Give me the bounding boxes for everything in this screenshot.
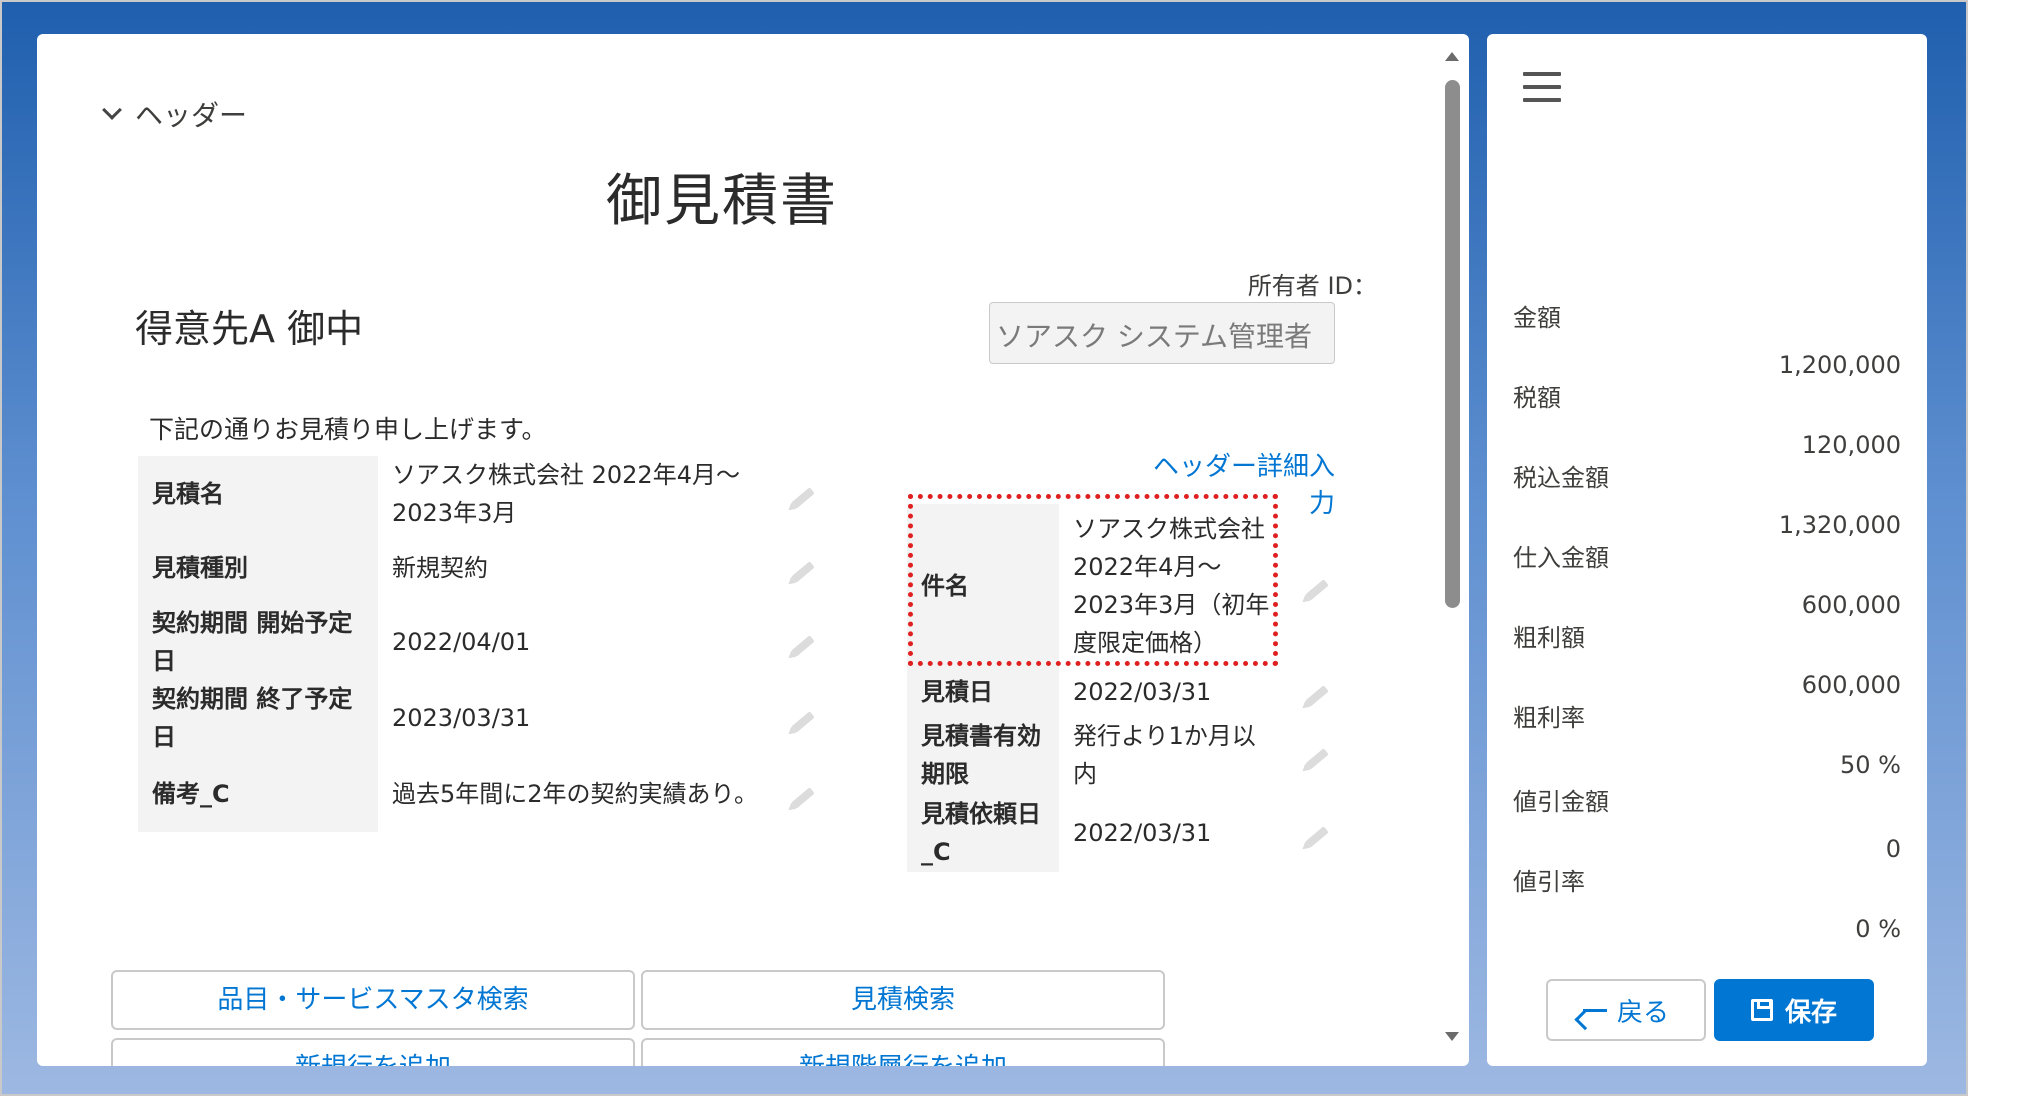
field-value: 2022/03/31 bbox=[1073, 819, 1212, 847]
intro-text: 下記の通りお見積り申し上げます。 bbox=[149, 415, 547, 444]
field-label: 契約期間 終了予定日 bbox=[138, 680, 378, 756]
quote-info-table: 見積名 ソアスク株式会社 2022年4月～2023年3月 見積種別 新規契約 契… bbox=[138, 456, 833, 832]
save-icon bbox=[1750, 999, 1773, 1021]
save-label: 保存 bbox=[1784, 997, 1837, 1028]
summary-discount-rate: 値引率 0 % bbox=[1513, 862, 1901, 943]
edit-expiry-button[interactable] bbox=[1287, 716, 1347, 794]
metric-label: 金額 bbox=[1513, 304, 1561, 332]
vertical-scrollbar[interactable] bbox=[1435, 34, 1469, 1066]
metric-label: 税込金額 bbox=[1513, 464, 1609, 492]
field-value: 2022/04/01 bbox=[392, 628, 531, 656]
summary-margin-rate: 粗利率 50 % bbox=[1513, 698, 1901, 779]
scroll-down-icon[interactable] bbox=[1445, 1032, 1459, 1041]
save-button[interactable]: 保存 bbox=[1714, 979, 1874, 1041]
metric-label: 値引金額 bbox=[1513, 788, 1609, 816]
edit-subject-button[interactable] bbox=[1287, 504, 1347, 668]
edit-remarks-button[interactable] bbox=[773, 756, 833, 832]
table-row: 見積種別 新規契約 bbox=[138, 532, 833, 604]
metric-value: 1,200,000 bbox=[1778, 351, 1901, 379]
header-section-toggle[interactable]: ヘッダー bbox=[99, 94, 247, 134]
edit-quote-type-button[interactable] bbox=[773, 532, 833, 604]
chevron-down-icon bbox=[102, 100, 122, 120]
table-row: 契約期間 終了予定日 2023/03/31 bbox=[138, 680, 833, 756]
summary-discount-amount: 値引金額 0 bbox=[1513, 782, 1901, 863]
edit-quote-name-button[interactable] bbox=[773, 456, 833, 532]
edit-quote-date-button[interactable] bbox=[1287, 668, 1347, 716]
metric-label: 税額 bbox=[1513, 384, 1561, 412]
field-label: 見積名 bbox=[138, 456, 378, 532]
metric-label: 粗利率 bbox=[1513, 704, 1585, 732]
field-label: 契約期間 開始予定日 bbox=[138, 604, 378, 680]
table-row: 契約期間 開始予定日 2022/04/01 bbox=[138, 604, 833, 680]
pencil-icon bbox=[791, 635, 815, 657]
summary-cost: 仕入金額 600,000 bbox=[1513, 538, 1901, 619]
field-value: ソアスク株式会社 2022年4月～2023年3月 bbox=[392, 461, 740, 527]
metric-value: 600,000 bbox=[1801, 591, 1901, 619]
pencil-icon bbox=[791, 787, 815, 809]
table-row: 見積日 2022/03/31 bbox=[907, 668, 1347, 716]
table-row: 備考_C 過去5年間に2年の契約実績あり。 bbox=[138, 756, 833, 832]
customer-name: 得意先A 御中 bbox=[135, 307, 364, 351]
field-value: 2023/03/31 bbox=[392, 704, 531, 732]
metric-value: 600,000 bbox=[1801, 671, 1901, 699]
metric-label: 粗利額 bbox=[1513, 624, 1585, 652]
summary-total-with-tax: 税込金額 1,320,000 bbox=[1513, 458, 1901, 539]
product-search-button[interactable]: 品目・サービスマスタ検索 bbox=[111, 970, 635, 1030]
add-row-button[interactable]: 新規行を追加 bbox=[111, 1038, 635, 1066]
pencil-icon bbox=[791, 487, 815, 509]
back-button[interactable]: 戻る bbox=[1546, 979, 1706, 1041]
document-title: 御見積書 bbox=[606, 169, 838, 234]
pencil-icon bbox=[1305, 748, 1329, 770]
metric-value: 0 bbox=[1885, 835, 1901, 863]
edit-start-date-button[interactable] bbox=[773, 604, 833, 680]
owner-id-field: ソアスク システム管理者 bbox=[989, 302, 1335, 364]
metric-value: 120,000 bbox=[1801, 431, 1901, 459]
hamburger-menu-icon[interactable] bbox=[1523, 72, 1561, 104]
table-row: 見積名 ソアスク株式会社 2022年4月～2023年3月 bbox=[138, 456, 833, 532]
pencil-icon bbox=[791, 561, 815, 583]
field-value: 過去5年間に2年の契約実績あり。 bbox=[392, 780, 759, 808]
edit-end-date-button[interactable] bbox=[773, 680, 833, 756]
summary-gross-profit: 粗利額 600,000 bbox=[1513, 618, 1901, 699]
section-label: ヘッダー bbox=[135, 99, 248, 132]
field-label: 見積依頼日_C bbox=[907, 794, 1059, 872]
window-frame: ヘッダー 御見積書 得意先A 御中 所有者 ID： ソアスク システム管理者 下… bbox=[0, 0, 1968, 1096]
pencil-icon bbox=[1305, 685, 1329, 707]
field-value: 2022/03/31 bbox=[1073, 678, 1212, 706]
edit-request-date-button[interactable] bbox=[1287, 794, 1347, 872]
field-label: 見積書有効期限 bbox=[907, 716, 1059, 794]
arrow-left-icon bbox=[1582, 1008, 1607, 1012]
summary-panel: 金額 1,200,000 税額 120,000 税込金額 1,320,000 仕… bbox=[1487, 34, 1927, 1066]
metric-label: 仕入金額 bbox=[1513, 544, 1609, 572]
pencil-icon bbox=[1305, 579, 1329, 601]
metric-value: 0 % bbox=[1855, 915, 1901, 943]
scroll-up-icon[interactable] bbox=[1445, 52, 1459, 61]
quote-editor-panel: ヘッダー 御見積書 得意先A 御中 所有者 ID： ソアスク システム管理者 下… bbox=[37, 34, 1469, 1066]
metric-value: 1,320,000 bbox=[1778, 511, 1901, 539]
quote-search-button[interactable]: 見積検索 bbox=[641, 970, 1165, 1030]
summary-tax: 税額 120,000 bbox=[1513, 378, 1901, 459]
field-value: 発行より1か月以内 bbox=[1073, 722, 1256, 788]
field-value: 新規契約 bbox=[392, 554, 488, 582]
table-row: 見積書有効期限 発行より1か月以内 bbox=[907, 716, 1347, 794]
table-row: 見積依頼日_C 2022/03/31 bbox=[907, 794, 1347, 872]
back-label: 戻る bbox=[1616, 997, 1669, 1028]
field-label: 備考_C bbox=[138, 756, 378, 832]
field-label: 見積日 bbox=[907, 668, 1059, 716]
add-tier-row-button[interactable]: 新規階層行を追加 bbox=[641, 1038, 1165, 1066]
subject-highlight bbox=[908, 494, 1278, 666]
scroll-thumb[interactable] bbox=[1445, 80, 1460, 608]
summary-amount: 金額 1,200,000 bbox=[1513, 298, 1901, 379]
pencil-icon bbox=[791, 711, 815, 733]
metric-label: 値引率 bbox=[1513, 868, 1585, 896]
field-label: 見積種別 bbox=[138, 532, 378, 604]
metric-value: 50 % bbox=[1840, 751, 1901, 779]
pencil-icon bbox=[1305, 826, 1329, 848]
owner-id-label: 所有者 ID： bbox=[1247, 272, 1377, 300]
